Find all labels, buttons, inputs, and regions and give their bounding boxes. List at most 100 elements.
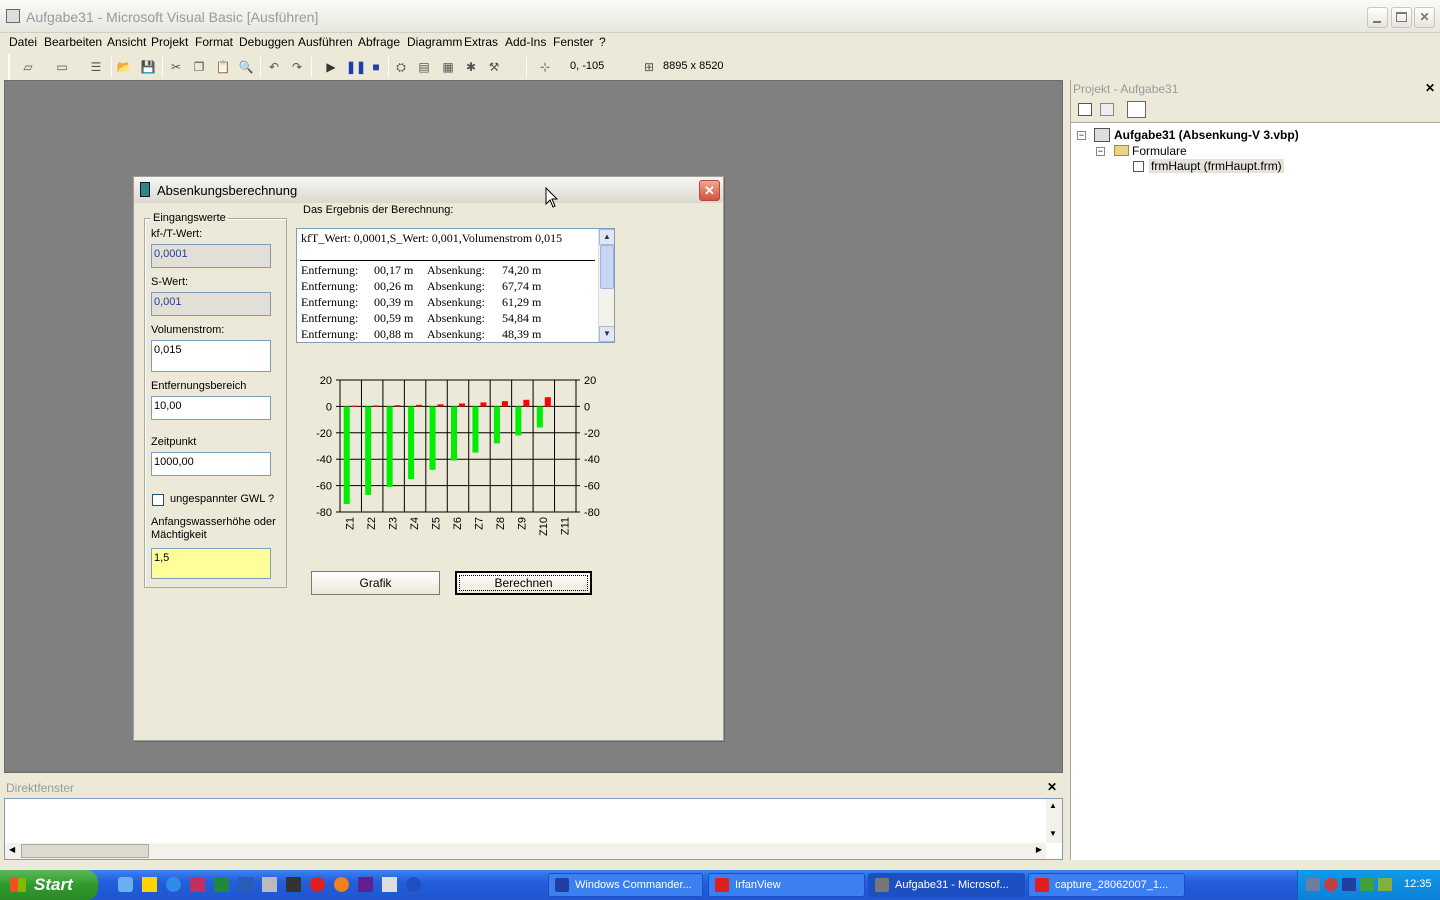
menu-fenster[interactable]: Fenster [553, 35, 594, 49]
grafik-button[interactable]: Grafik [311, 571, 440, 595]
chevron-down-icon[interactable]: ▼ [1049, 829, 1057, 838]
chevron-right-icon[interactable]: ▶ [1036, 845, 1042, 854]
taskbar-button[interactable]: capture_28062007_1... [1028, 873, 1185, 897]
result-scrollbar[interactable]: ▲ ▼ [598, 229, 614, 342]
result-label: Das Ergebnis der Berechnung: [303, 204, 454, 216]
menu-datei[interactable]: Datei [9, 35, 37, 49]
quicklaunch-icon[interactable] [262, 877, 277, 892]
menu-help[interactable]: ? [599, 35, 606, 49]
quicklaunch-icon[interactable] [382, 877, 397, 892]
hscroll-thumb[interactable] [21, 844, 149, 858]
quicklaunch-icon[interactable] [142, 877, 157, 892]
object-browser-icon[interactable]: ✱ [463, 59, 479, 75]
run-icon[interactable]: ▶ [323, 59, 339, 75]
add-form-icon[interactable]: ▭ [54, 59, 70, 75]
menu-bearbeiten[interactable]: Bearbeiten [44, 35, 102, 49]
copy-icon[interactable]: ❐ [191, 59, 207, 75]
undo-icon[interactable]: ↶ [266, 59, 282, 75]
open-icon[interactable]: 📂 [116, 59, 132, 75]
view-object-icon[interactable] [1100, 103, 1114, 116]
toggle-folders-icon[interactable] [1127, 101, 1146, 118]
close-icon[interactable]: ✕ [1425, 81, 1435, 95]
menu-projekt[interactable]: Projekt [151, 35, 188, 49]
immediate-vscroll[interactable]: ▲ ▼ [1046, 799, 1062, 843]
tray-icon[interactable] [1306, 878, 1320, 891]
unconfined-label[interactable]: ungespannter GWL ? [170, 493, 274, 505]
maximize-button[interactable] [1391, 7, 1412, 28]
stop-icon[interactable]: ■ [368, 59, 384, 75]
quicklaunch-icon[interactable] [190, 877, 205, 892]
tray-icon[interactable] [1324, 878, 1338, 891]
properties-icon[interactable]: ▤ [416, 59, 432, 75]
tree-collapse-icon[interactable]: − [1096, 147, 1105, 156]
quicklaunch-icon[interactable] [286, 877, 301, 892]
tray-icon[interactable] [1360, 878, 1374, 891]
quicklaunch-icon[interactable] [166, 877, 181, 892]
menu-editor-icon[interactable]: ☰ [88, 59, 104, 75]
range-field[interactable]: 10,00 [151, 396, 271, 420]
close-icon[interactable]: ✕ [1047, 780, 1057, 794]
cut-icon[interactable]: ✂ [168, 59, 184, 75]
minimize-button[interactable] [1367, 7, 1388, 28]
quicklaunch-icon[interactable] [334, 877, 349, 892]
close-button[interactable]: ✕ [1414, 7, 1435, 28]
view-code-icon[interactable] [1078, 103, 1092, 116]
menu-diagramm[interactable]: Diagramm [407, 35, 462, 49]
chevron-up-icon[interactable]: ▲ [1049, 801, 1057, 810]
toolbox-icon[interactable]: ⚒ [486, 59, 502, 75]
scroll-up-button[interactable]: ▲ [599, 229, 614, 245]
menu-ansicht[interactable]: Ansicht [107, 35, 146, 49]
tray-icon[interactable] [1342, 878, 1356, 891]
immediate-input[interactable]: ▲ ▼ ◀ ▶ [4, 798, 1063, 860]
y-tick-label-left: -20 [316, 428, 332, 440]
scroll-down-button[interactable]: ▼ [599, 326, 614, 342]
result-divider [300, 260, 595, 261]
height-field[interactable]: 1,5 [151, 548, 271, 579]
tree-file-frmhaupt[interactable]: frmHaupt (frmHaupt.frm) [1149, 159, 1284, 173]
save-icon[interactable]: 💾 [140, 59, 156, 75]
find-icon[interactable]: 🔍 [238, 59, 254, 75]
tree-collapse-icon[interactable]: − [1077, 131, 1086, 140]
paste-icon[interactable]: 📋 [215, 59, 231, 75]
form-close-button[interactable]: ✕ [699, 180, 720, 201]
scroll-thumb[interactable] [600, 245, 614, 289]
y-tick-label-left: -60 [316, 481, 332, 493]
s-field[interactable]: 0,001 [151, 292, 271, 316]
quicklaunch-icon[interactable] [118, 877, 133, 892]
menu-extras[interactable]: Extras [464, 35, 498, 49]
tree-project-root[interactable]: Aufgabe31 (Absenkung-V 3.vbp) [1114, 128, 1299, 142]
unconfined-checkbox[interactable] [152, 494, 164, 506]
quicklaunch-icon[interactable] [358, 877, 373, 892]
volume-field[interactable]: 0,015 [151, 340, 271, 372]
kf-field[interactable]: 0,0001 [151, 244, 271, 268]
x-tick-label: Z8 [495, 517, 507, 530]
menu-format[interactable]: Format [195, 35, 233, 49]
quicklaunch-icon[interactable] [238, 877, 253, 892]
project-explorer-icon[interactable]: ⛭ [393, 59, 409, 75]
menu-ausf-hren[interactable]: Ausführen [298, 35, 353, 49]
quicklaunch-icon[interactable] [406, 877, 421, 892]
close-icon: ✕ [704, 183, 715, 198]
immediate-hscroll[interactable]: ◀ ▶ [5, 843, 1046, 859]
quicklaunch-icon[interactable] [214, 877, 229, 892]
form-layout-icon[interactable]: ▦ [440, 59, 456, 75]
tray-icon[interactable] [1378, 878, 1392, 891]
form-title-bar[interactable]: Absenkungsberechnung ✕ [134, 177, 723, 203]
menu-debuggen[interactable]: Debuggen [239, 35, 294, 49]
redo-icon[interactable]: ↷ [289, 59, 305, 75]
time-field[interactable]: 1000,00 [151, 452, 271, 476]
add-project-icon[interactable]: ▱ [20, 59, 36, 75]
berechnen-button[interactable]: Berechnen [455, 571, 592, 595]
menu-add-ins[interactable]: Add-Ins [505, 35, 546, 49]
chevron-left-icon[interactable]: ◀ [9, 845, 15, 854]
project-explorer-toolbar [1071, 98, 1440, 123]
tree-folder-formulare[interactable]: Formulare [1132, 144, 1187, 158]
start-button[interactable]: Start [0, 870, 98, 900]
taskbar-button[interactable]: IrfanView [708, 873, 865, 897]
result-list[interactable]: kfT_Wert: 0,0001,S_Wert: 0,001,Volumenst… [296, 228, 615, 343]
taskbar-button[interactable]: Windows Commander... [548, 873, 703, 897]
pause-icon[interactable]: ❚❚ [346, 59, 366, 75]
quicklaunch-icon[interactable] [310, 877, 325, 892]
menu-abfrage[interactable]: Abfrage [358, 35, 400, 49]
taskbar-button[interactable]: Aufgabe31 - Microsof... [868, 873, 1025, 897]
